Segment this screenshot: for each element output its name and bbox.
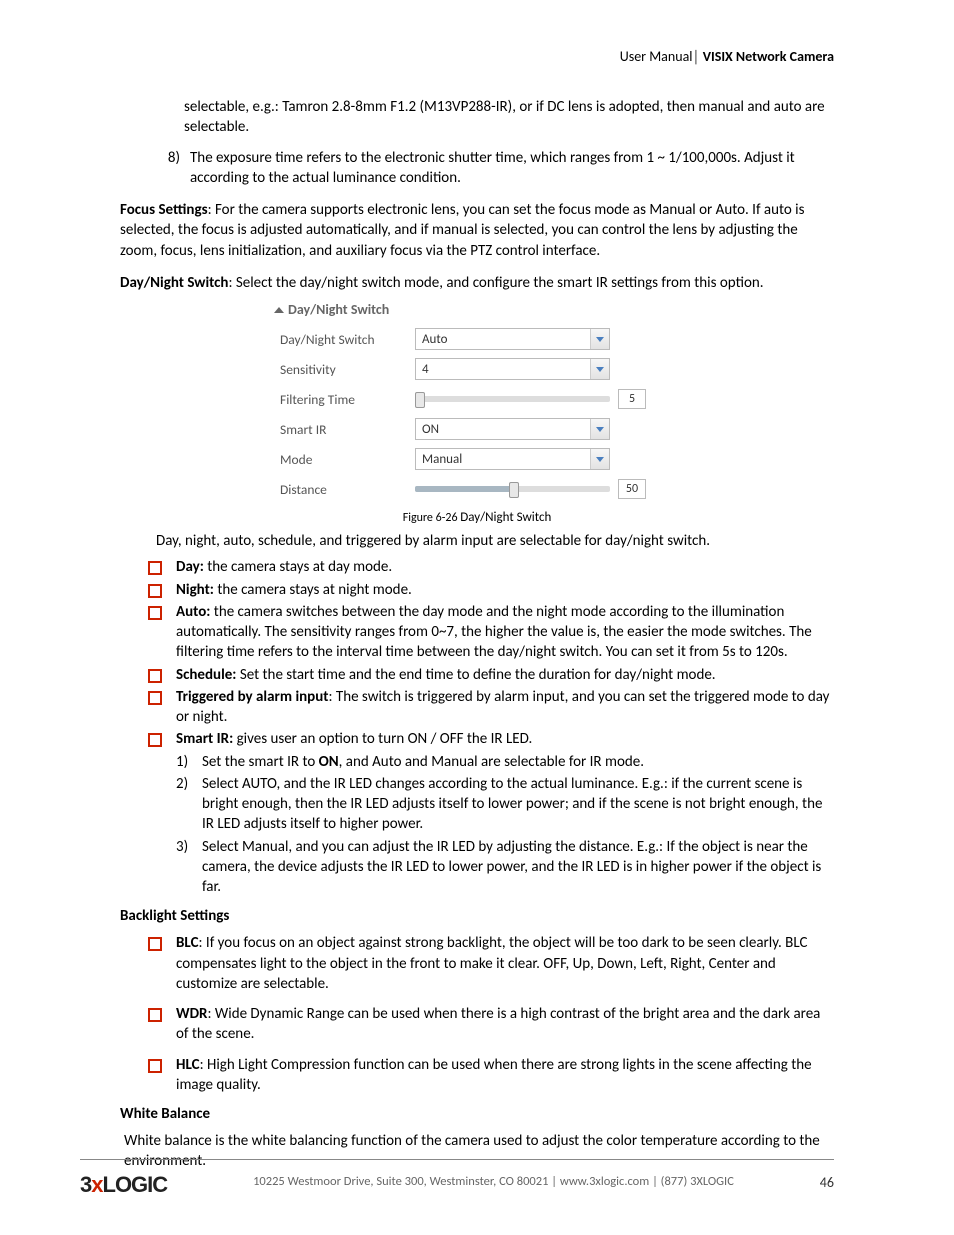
- distance-label: Distance: [280, 481, 415, 498]
- chevron-down-icon[interactable]: [590, 419, 609, 439]
- focus-settings-para: Focus Settings: For the camera supports …: [120, 200, 834, 261]
- panel-title[interactable]: Day/Night Switch: [274, 301, 834, 318]
- daynight-switch-dropdown[interactable]: Auto: [415, 328, 610, 350]
- bullet-night: Night: the camera stays at night mode.: [120, 580, 834, 600]
- distance-value[interactable]: 50: [618, 479, 646, 499]
- backlight-bullet-list: BLC: If you focus on an object against s…: [120, 933, 834, 1095]
- smart-ir-dropdown[interactable]: ON: [415, 418, 610, 440]
- bullet-icon: [148, 561, 162, 575]
- caret-up-icon: [274, 307, 284, 313]
- chevron-down-icon[interactable]: [590, 359, 609, 379]
- bullet-auto: Auto: the camera switches between the da…: [120, 602, 834, 663]
- list-item-8: 8) The exposure time refers to the elect…: [148, 148, 834, 189]
- row-daynight: Day/Night Switch Auto: [280, 324, 834, 354]
- whitebalance-heading: White Balance: [120, 1105, 834, 1123]
- after-caption-text: Day, night, auto, schedule, and triggere…: [156, 531, 834, 551]
- mode-label: Mode: [280, 451, 415, 468]
- page-header: User Manual│ VISIX Network Camera: [120, 48, 834, 65]
- smart-ir-label: Smart IR: [280, 421, 415, 438]
- bullet-hlc: HLC: High Light Compression function can…: [120, 1055, 834, 1096]
- sensitivity-label: Sensitivity: [280, 361, 415, 378]
- bullet-icon: [148, 1059, 162, 1073]
- bullet-schedule: Schedule: Set the start time and the end…: [120, 665, 834, 685]
- page-number: 46: [820, 1172, 834, 1191]
- bullet-icon: [148, 606, 162, 620]
- chevron-down-icon[interactable]: [590, 449, 609, 469]
- page-footer: 3xLOGIC 10225 Westmoor Drive, Suite 300,…: [80, 1159, 834, 1200]
- daynight-switch-label: Day/Night Switch: [280, 331, 415, 348]
- chevron-down-icon[interactable]: [590, 329, 609, 349]
- bullet-blc: BLC: If you focus on an object against s…: [120, 933, 834, 994]
- row-sensitivity: Sensitivity 4: [280, 354, 834, 384]
- footer-address: 10225 Westmoor Drive, Suite 300, Westmin…: [167, 1172, 820, 1189]
- row-mode: Mode Manual: [280, 444, 834, 474]
- focus-text: : For the camera supports electronic len…: [120, 201, 805, 260]
- row-distance: Distance 50: [280, 474, 834, 504]
- daynight-text: : Select the day/night switch mode, and …: [228, 274, 763, 292]
- bullet-icon: [148, 1008, 162, 1022]
- smartir-step-2: 2) Select AUTO, and the IR LED changes a…: [176, 774, 834, 835]
- smartir-step-1: 1) Set the smart IR to ON, and Auto and …: [176, 752, 834, 772]
- logo: 3xLOGIC: [80, 1172, 167, 1198]
- filtering-time-value[interactable]: 5: [618, 389, 646, 409]
- row-smart-ir: Smart IR ON: [280, 414, 834, 444]
- bullet-triggered: Triggered by alarm input: The switch is …: [120, 687, 834, 728]
- list-text: The exposure time refers to the electron…: [190, 148, 834, 189]
- daynight-label: Day/Night Switch: [120, 274, 228, 292]
- focus-label: Focus Settings: [120, 201, 208, 219]
- header-left: User Manual│: [620, 48, 703, 65]
- backlight-heading: Backlight Settings: [120, 907, 834, 925]
- bullet-day: Day: the camera stays at day mode.: [120, 557, 834, 577]
- figure-caption: Figure 6-26 Day/Night Switch: [120, 510, 834, 525]
- row-filtering-time: Filtering Time 5: [280, 384, 834, 414]
- mode-dropdown[interactable]: Manual: [415, 448, 610, 470]
- continued-text: selectable, e.g.: Tamron 2.8-8mm F1.2 (M…: [184, 97, 834, 138]
- bullet-icon: [148, 937, 162, 951]
- filtering-time-label: Filtering Time: [280, 391, 415, 408]
- header-product: VISIX Network Camera: [703, 48, 834, 65]
- bullet-icon: [148, 691, 162, 705]
- list-number: 8): [148, 148, 190, 189]
- smartir-step-3: 3) Select Manual, and you can adjust the…: [176, 837, 834, 898]
- daynight-bullet-list: Day: the camera stays at day mode. Night…: [120, 557, 834, 897]
- bullet-icon: [148, 669, 162, 683]
- bullet-wdr: WDR: Wide Dynamic Range can be used when…: [120, 1004, 834, 1045]
- daynight-settings-panel: Day/Night Switch Day/Night Switch Auto S…: [280, 301, 834, 504]
- daynight-intro: Day/Night Switch: Select the day/night s…: [120, 273, 834, 293]
- bullet-smart-ir: Smart IR: gives user an option to turn O…: [120, 729, 834, 749]
- bullet-icon: [148, 733, 162, 747]
- filtering-time-slider[interactable]: [415, 396, 610, 402]
- sensitivity-dropdown[interactable]: 4: [415, 358, 610, 380]
- distance-slider[interactable]: [415, 486, 610, 492]
- bullet-icon: [148, 584, 162, 598]
